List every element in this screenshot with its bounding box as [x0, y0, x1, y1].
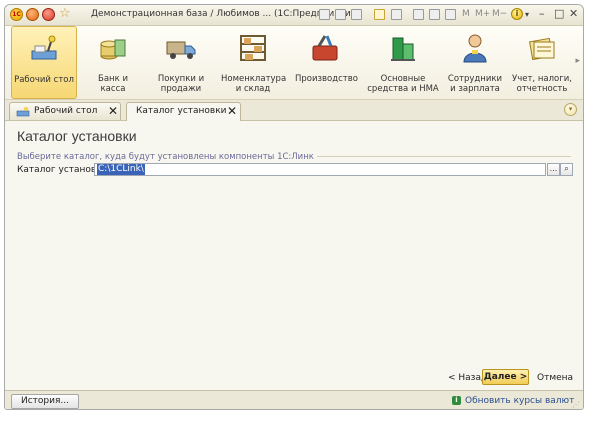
- catalog-path-value: C:\1CLink\: [97, 164, 145, 175]
- tab-label: Рабочий стол: [34, 106, 98, 116]
- close-tab-icon[interactable]: ✕: [227, 104, 237, 118]
- preview-icon[interactable]: [351, 9, 362, 20]
- status-bar: История... i Обновить курсы валют ⋰: [5, 390, 583, 409]
- section-staff[interactable]: Сотрудники и зарплата: [445, 26, 505, 99]
- select-folder-button[interactable]: ...: [547, 163, 560, 176]
- link-icon[interactable]: [391, 9, 402, 20]
- memory-mplus-icon[interactable]: M+: [475, 9, 490, 19]
- desktop-icon: [31, 35, 57, 60]
- resize-grip-icon[interactable]: ⋰: [572, 400, 580, 409]
- section-production[interactable]: Производство: [295, 26, 358, 99]
- memory-m-icon[interactable]: M: [462, 9, 470, 19]
- close-window-icon[interactable]: ✕: [569, 7, 578, 20]
- section-label: Рабочий стол: [14, 75, 74, 85]
- section-purchases[interactable]: Покупки и продажи: [151, 26, 211, 99]
- section-label: Основные средства и НМА: [367, 74, 439, 94]
- section-label: Покупки и продажи: [157, 74, 205, 94]
- history-button[interactable]: История...: [11, 394, 79, 409]
- warehouse-shelves-icon: [240, 35, 266, 61]
- section-desktop[interactable]: Рабочий стол: [11, 26, 77, 99]
- update-rates-link[interactable]: Обновить курсы валют: [465, 396, 574, 406]
- documents-icon: [529, 37, 555, 61]
- sections-panel: Рабочий стол Банк и касса Покупки и прод…: [5, 26, 583, 100]
- tab-bar: Рабочий стол ✕ Каталог установки ✕ ▾: [5, 100, 583, 121]
- dropdown-arrow-icon[interactable]: ▾: [525, 10, 529, 19]
- section-label: Банк и касса: [98, 74, 128, 94]
- section-label: Номенклатура и склад: [221, 74, 287, 94]
- truck-icon: [166, 41, 196, 59]
- section-nomenclature[interactable]: Номенклатура и склад: [221, 26, 287, 99]
- favorites-star-icon[interactable]: ☆: [59, 6, 71, 21]
- minimize-icon[interactable]: –: [539, 7, 545, 20]
- forward-nav-icon[interactable]: [42, 8, 55, 21]
- maximize-icon[interactable]: □: [554, 7, 564, 20]
- tab-label: Каталог установки: [136, 106, 227, 116]
- section-assets[interactable]: Основные средства и НМА: [367, 26, 439, 99]
- buildings-icon: [391, 37, 415, 61]
- app-logo-icon[interactable]: 1С: [10, 8, 23, 21]
- section-accounting[interactable]: Учет, налоги, отчетность: [509, 26, 575, 99]
- calendar-icon[interactable]: [413, 9, 424, 20]
- group-caption: Выберите каталог, куда будут установлены…: [17, 152, 317, 162]
- page-title: Каталог установки: [17, 128, 137, 144]
- grid-icon[interactable]: [445, 9, 456, 20]
- calculator-icon[interactable]: [429, 9, 440, 20]
- open-folder-icon[interactable]: ⌕: [560, 163, 573, 176]
- add-favorite-icon[interactable]: [374, 9, 385, 20]
- tab-install-catalog[interactable]: Каталог установки ✕: [126, 102, 241, 121]
- next-button[interactable]: Далее >: [482, 369, 529, 385]
- section-label: Производство: [295, 74, 358, 84]
- tabs-menu-icon[interactable]: ▾: [564, 103, 577, 116]
- back-nav-icon[interactable]: [26, 8, 39, 21]
- info-icon[interactable]: i: [511, 8, 523, 20]
- close-tab-icon[interactable]: ✕: [108, 104, 118, 118]
- desktop-tab-icon: [16, 107, 30, 117]
- memory-mminus-icon[interactable]: M−: [492, 9, 507, 19]
- info-icon: i: [452, 396, 461, 405]
- scroll-right-icon[interactable]: ▸: [575, 56, 580, 66]
- install-catalog-form: Каталог установки Выберите каталог, куда…: [5, 121, 583, 388]
- print-icon[interactable]: [335, 9, 346, 20]
- worker-icon: [463, 34, 487, 63]
- tab-desktop[interactable]: Рабочий стол ✕: [9, 102, 121, 120]
- section-bank[interactable]: Банк и касса: [85, 26, 141, 99]
- tools-case-icon: [312, 35, 338, 61]
- cancel-button[interactable]: Отмена: [537, 373, 573, 383]
- title-bar: 1С ☆ Демонстрационная база / Любимов ...…: [5, 5, 583, 26]
- section-label: Сотрудники и зарплата: [447, 74, 503, 94]
- bank-coins-icon: [100, 39, 126, 60]
- app-window: 1С ☆ Демонстрационная база / Любимов ...…: [4, 4, 584, 410]
- section-label: Учет, налоги, отчетность: [512, 74, 572, 94]
- save-icon[interactable]: [319, 9, 330, 20]
- catalog-path-input[interactable]: C:\1CLink\: [94, 163, 546, 176]
